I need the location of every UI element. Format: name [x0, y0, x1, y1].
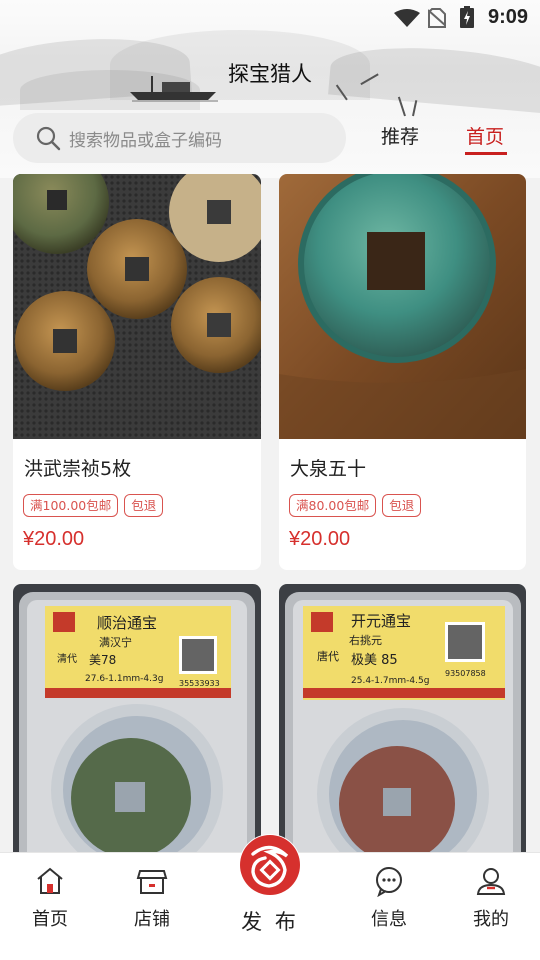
profile-icon	[476, 868, 506, 895]
coin-label-spec: 27.6-1.1mm-4.3g	[85, 674, 163, 684]
coin-label-era: 清代	[57, 652, 77, 665]
status-time: 9:09	[487, 6, 528, 28]
coin-label-code: 35533933	[179, 679, 220, 688]
tab-recommend[interactable]: 推荐	[381, 122, 419, 149]
coin-label-grade: 美78	[89, 653, 116, 667]
coin-label-title: 顺治通宝	[97, 614, 157, 632]
free-shipping-tag: 满80.00包邮	[289, 494, 377, 517]
product-price: ¥20.00	[289, 528, 351, 550]
product-name: 洪武崇祯5枚	[24, 458, 132, 480]
message-icon	[376, 867, 402, 897]
active-tab-indicator	[465, 152, 507, 155]
shop-icon	[136, 870, 168, 894]
product-tags: 满80.00包邮 包退	[289, 494, 422, 517]
coin-label-spec: 25.4-1.7mm-4.5g	[351, 676, 429, 686]
product-photo: 开元通宝 右挑元 唐代 极美 85 25.4-1.7mm-4.5g 935078…	[279, 584, 526, 874]
battery-icon	[460, 6, 474, 28]
search-icon	[36, 126, 61, 151]
coin-label-subtitle: 满汉宁	[99, 635, 132, 649]
nav-label: 店铺	[134, 909, 170, 930]
search-placeholder: 搜索物品或盒子编码	[69, 130, 222, 151]
publish-button[interactable]	[239, 834, 301, 896]
product-card[interactable]: 顺治通宝 满汉宁 清代 美78 27.6-1.1mm-4.3g 35533933	[13, 584, 261, 874]
app-title: 探宝猎人	[228, 62, 312, 86]
status-bar: 9:09	[0, 0, 540, 36]
home-icon	[37, 867, 63, 894]
publish-label: 发 布	[241, 910, 299, 934]
tab-home[interactable]: 首页	[466, 122, 504, 149]
coin-label-code: 93507858	[445, 669, 486, 678]
nav-label: 首页	[32, 909, 68, 930]
coin-label-title: 开元通宝	[351, 612, 411, 630]
product-card[interactable]: 开元通宝 右挑元 唐代 极美 85 25.4-1.7mm-4.5g 935078…	[279, 584, 526, 874]
search-bar[interactable]: 搜索物品或盒子编码	[13, 113, 346, 163]
returnable-tag: 包退	[382, 494, 422, 517]
coin-label-grade: 极美 85	[351, 653, 398, 668]
no-sim-icon	[428, 8, 446, 28]
free-shipping-tag: 满100.00包邮	[23, 494, 119, 517]
reed-decoration	[412, 100, 418, 117]
product-photo: 顺治通宝 满汉宁 清代 美78 27.6-1.1mm-4.3g 35533933	[13, 584, 261, 874]
product-price: ¥20.00	[23, 528, 85, 550]
coin-label-era: 唐代	[317, 649, 339, 663]
product-photo	[279, 174, 526, 439]
product-name: 大泉五十	[290, 458, 367, 480]
nav-label: 我的	[473, 909, 509, 930]
product-card[interactable]: 大泉五十 满80.00包邮 包退 ¥20.00	[279, 174, 526, 570]
product-photo	[13, 174, 261, 439]
coin-label-subtitle: 右挑元	[349, 633, 382, 647]
product-tags: 满100.00包邮 包退	[23, 494, 164, 517]
product-card[interactable]: 洪武崇祯5枚 满100.00包邮 包退 ¥20.00	[13, 174, 261, 570]
nav-label: 信息	[371, 909, 407, 930]
wifi-icon	[394, 9, 420, 27]
returnable-tag: 包退	[124, 494, 164, 517]
publish-icon	[240, 835, 300, 895]
